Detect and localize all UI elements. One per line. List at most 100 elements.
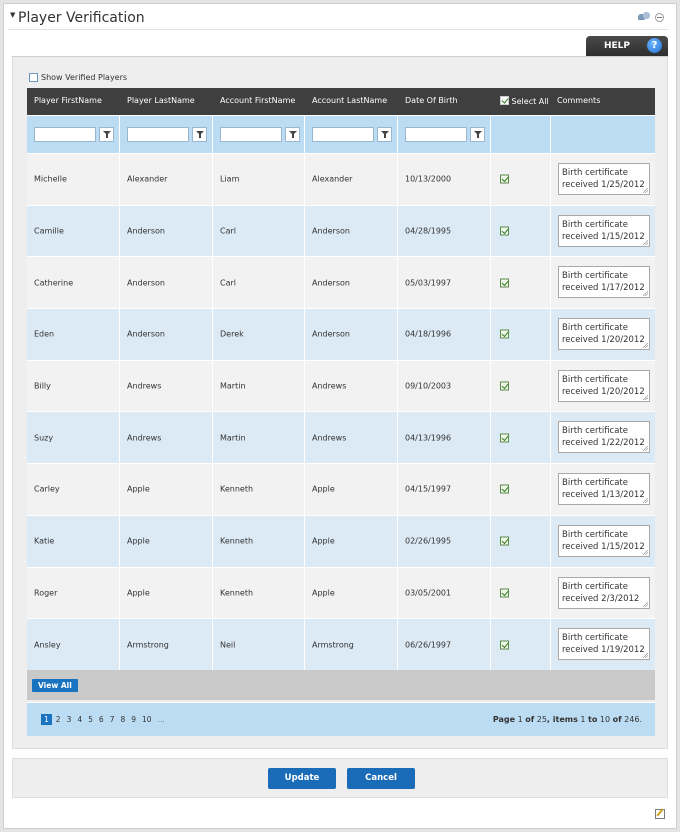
- comment-textarea[interactable]: Birth certificate received 1/20/2012: [558, 318, 650, 351]
- edit-note-icon[interactable]: [655, 808, 665, 819]
- filter-icon[interactable]: [192, 127, 207, 142]
- filter-icon[interactable]: [99, 127, 114, 142]
- comment-textarea[interactable]: Birth certificate received 1/15/2012: [558, 214, 650, 247]
- page-link[interactable]: 4: [75, 715, 84, 724]
- header-player-lastname[interactable]: Player LastName: [127, 96, 195, 105]
- filter-account-firstname-input[interactable]: [220, 127, 282, 142]
- cell-comments: Birth certificate received 1/20/2012: [551, 361, 655, 412]
- page-info: Page 1 of 25, items 1 to 10 of 246.: [492, 714, 642, 724]
- cell-account-firstname: Kenneth: [213, 567, 305, 619]
- cell-verified: [491, 464, 551, 515]
- cell-account-lastname: Anderson: [305, 257, 398, 309]
- cell-account-firstname: Liam: [213, 154, 305, 205]
- filter-icon[interactable]: [377, 127, 392, 142]
- cancel-button[interactable]: Cancel: [347, 768, 415, 789]
- cell-player-lastname: Apple: [120, 464, 213, 515]
- comment-textarea[interactable]: Birth certificate received 1/17/2012: [558, 266, 650, 299]
- filter-icon[interactable]: [285, 127, 300, 142]
- cell-account-firstname-text: Carl: [220, 278, 236, 288]
- grid-header: Player FirstName Player LastName Account…: [27, 88, 655, 115]
- page-link[interactable]: 1: [41, 713, 52, 725]
- filter-player-firstname-input[interactable]: [34, 127, 96, 142]
- comment-textarea[interactable]: Birth certificate received 1/25/2012: [558, 163, 650, 195]
- cell-player-lastname: Apple: [120, 515, 213, 567]
- comment-textarea[interactable]: Birth certificate received 1/22/2012: [558, 421, 650, 454]
- cell-verified: [491, 154, 551, 205]
- page-link-more[interactable]: ...: [156, 715, 167, 724]
- cell-player-firstname-text: Catherine: [34, 278, 74, 288]
- users-icon[interactable]: [638, 12, 650, 22]
- update-button[interactable]: Update: [268, 768, 336, 789]
- page-link[interactable]: 3: [65, 715, 74, 724]
- cell-account-firstname-text: Neil: [220, 640, 236, 650]
- cell-account-lastname-text: Apple: [312, 588, 335, 598]
- header-player-firstname[interactable]: Player FirstName: [34, 96, 102, 105]
- page-link[interactable]: 8: [118, 715, 127, 724]
- comment-textarea[interactable]: Birth certificate received 1/13/2012: [558, 473, 650, 506]
- verified-checkbox[interactable]: [500, 329, 509, 339]
- comment-textarea[interactable]: Birth certificate received 1/15/2012: [558, 524, 650, 557]
- verified-checkbox[interactable]: [500, 226, 509, 236]
- page-link[interactable]: 7: [108, 715, 117, 724]
- page-link[interactable]: 5: [86, 715, 95, 724]
- cell-date-of-birth-text: 03/05/2001: [405, 588, 452, 598]
- verified-checkbox[interactable]: [500, 381, 509, 391]
- page-link[interactable]: 10: [140, 715, 154, 724]
- cell-date-of-birth-text: 05/03/1997: [405, 278, 452, 288]
- table-row: Ansley Armstrong Neil Armstrong 06/26/1997 Bi…: [27, 618, 655, 670]
- cell-date-of-birth-text: 04/15/1997: [405, 484, 452, 494]
- show-verified-toggle[interactable]: Show Verified Players: [29, 73, 127, 82]
- cell-account-firstname: Neil: [213, 619, 305, 670]
- cell-player-lastname-text: Anderson: [127, 329, 165, 339]
- to-word: to: [588, 714, 598, 724]
- table-row: Eden Anderson Derek Anderson 04/18/1996 Birth…: [27, 308, 655, 360]
- cell-account-lastname-text: Andrews: [312, 381, 347, 391]
- help-button[interactable]: HELP ?: [586, 36, 668, 56]
- header-account-lastname[interactable]: Account LastName: [312, 96, 387, 105]
- cell-date-of-birth-text: 10/13/2000: [405, 174, 452, 184]
- cell-account-firstname: Carl: [213, 205, 305, 257]
- show-verified-checkbox[interactable]: [29, 73, 38, 82]
- cell-date-of-birth: 04/15/1997: [398, 464, 491, 515]
- grid-body: Michelle Alexander Liam Alexander 10/13/2000…: [27, 153, 655, 670]
- cell-comments: Birth certificate received 1/22/2012: [551, 412, 655, 463]
- header-date-of-birth[interactable]: Date Of Birth: [405, 96, 458, 105]
- filter-icon[interactable]: [470, 127, 485, 142]
- page-link[interactable]: 9: [129, 715, 138, 724]
- cell-player-firstname: Eden: [27, 309, 120, 360]
- collapse-arrow-icon[interactable]: ▼: [10, 11, 15, 19]
- cell-player-firstname-text: Eden: [34, 329, 55, 339]
- page-link[interactable]: 6: [97, 715, 106, 724]
- verified-checkbox[interactable]: [500, 484, 509, 494]
- table-row: Billy Andrews Martin Andrews 09/10/2003 Birth…: [27, 359, 655, 412]
- verified-checkbox[interactable]: [500, 433, 509, 443]
- select-all-checkbox[interactable]: [500, 96, 509, 105]
- minimize-icon[interactable]: [655, 13, 664, 22]
- view-all-button[interactable]: View All: [32, 678, 78, 692]
- filter-account-lastname-input[interactable]: [312, 127, 374, 142]
- cell-comments: Birth certificate received 1/15/2012: [551, 516, 655, 567]
- cell-player-firstname-text: Billy: [34, 381, 51, 391]
- select-all-toggle[interactable]: Select All: [500, 96, 549, 106]
- verified-checkbox[interactable]: [500, 588, 509, 598]
- cell-account-firstname: Carl: [213, 257, 305, 309]
- cell-player-firstname: Billy: [27, 360, 120, 412]
- comment-textarea[interactable]: Birth certificate received 1/20/2012: [558, 369, 650, 402]
- cell-account-firstname: Kenneth: [213, 515, 305, 567]
- filter-player-lastname-input[interactable]: [127, 127, 189, 142]
- page-link[interactable]: 2: [54, 715, 63, 724]
- verified-checkbox[interactable]: [500, 640, 509, 650]
- comment-textarea[interactable]: Birth certificate received 2/3/2012: [558, 576, 650, 609]
- verified-checkbox[interactable]: [500, 536, 509, 546]
- filter-date-of-birth-input[interactable]: [405, 127, 467, 142]
- cell-account-lastname-text: Alexander: [312, 174, 353, 184]
- header-account-firstname[interactable]: Account FirstName: [220, 96, 295, 105]
- cell-player-lastname-text: Alexander: [127, 174, 168, 184]
- select-all-label: Select All: [511, 97, 549, 106]
- of-word: of: [612, 714, 622, 724]
- cell-account-firstname: Kenneth: [213, 464, 305, 515]
- comment-textarea[interactable]: Birth certificate received 1/19/2012: [558, 628, 650, 661]
- cell-verified: [491, 412, 551, 464]
- verified-checkbox[interactable]: [500, 278, 509, 288]
- verified-checkbox[interactable]: [500, 174, 509, 184]
